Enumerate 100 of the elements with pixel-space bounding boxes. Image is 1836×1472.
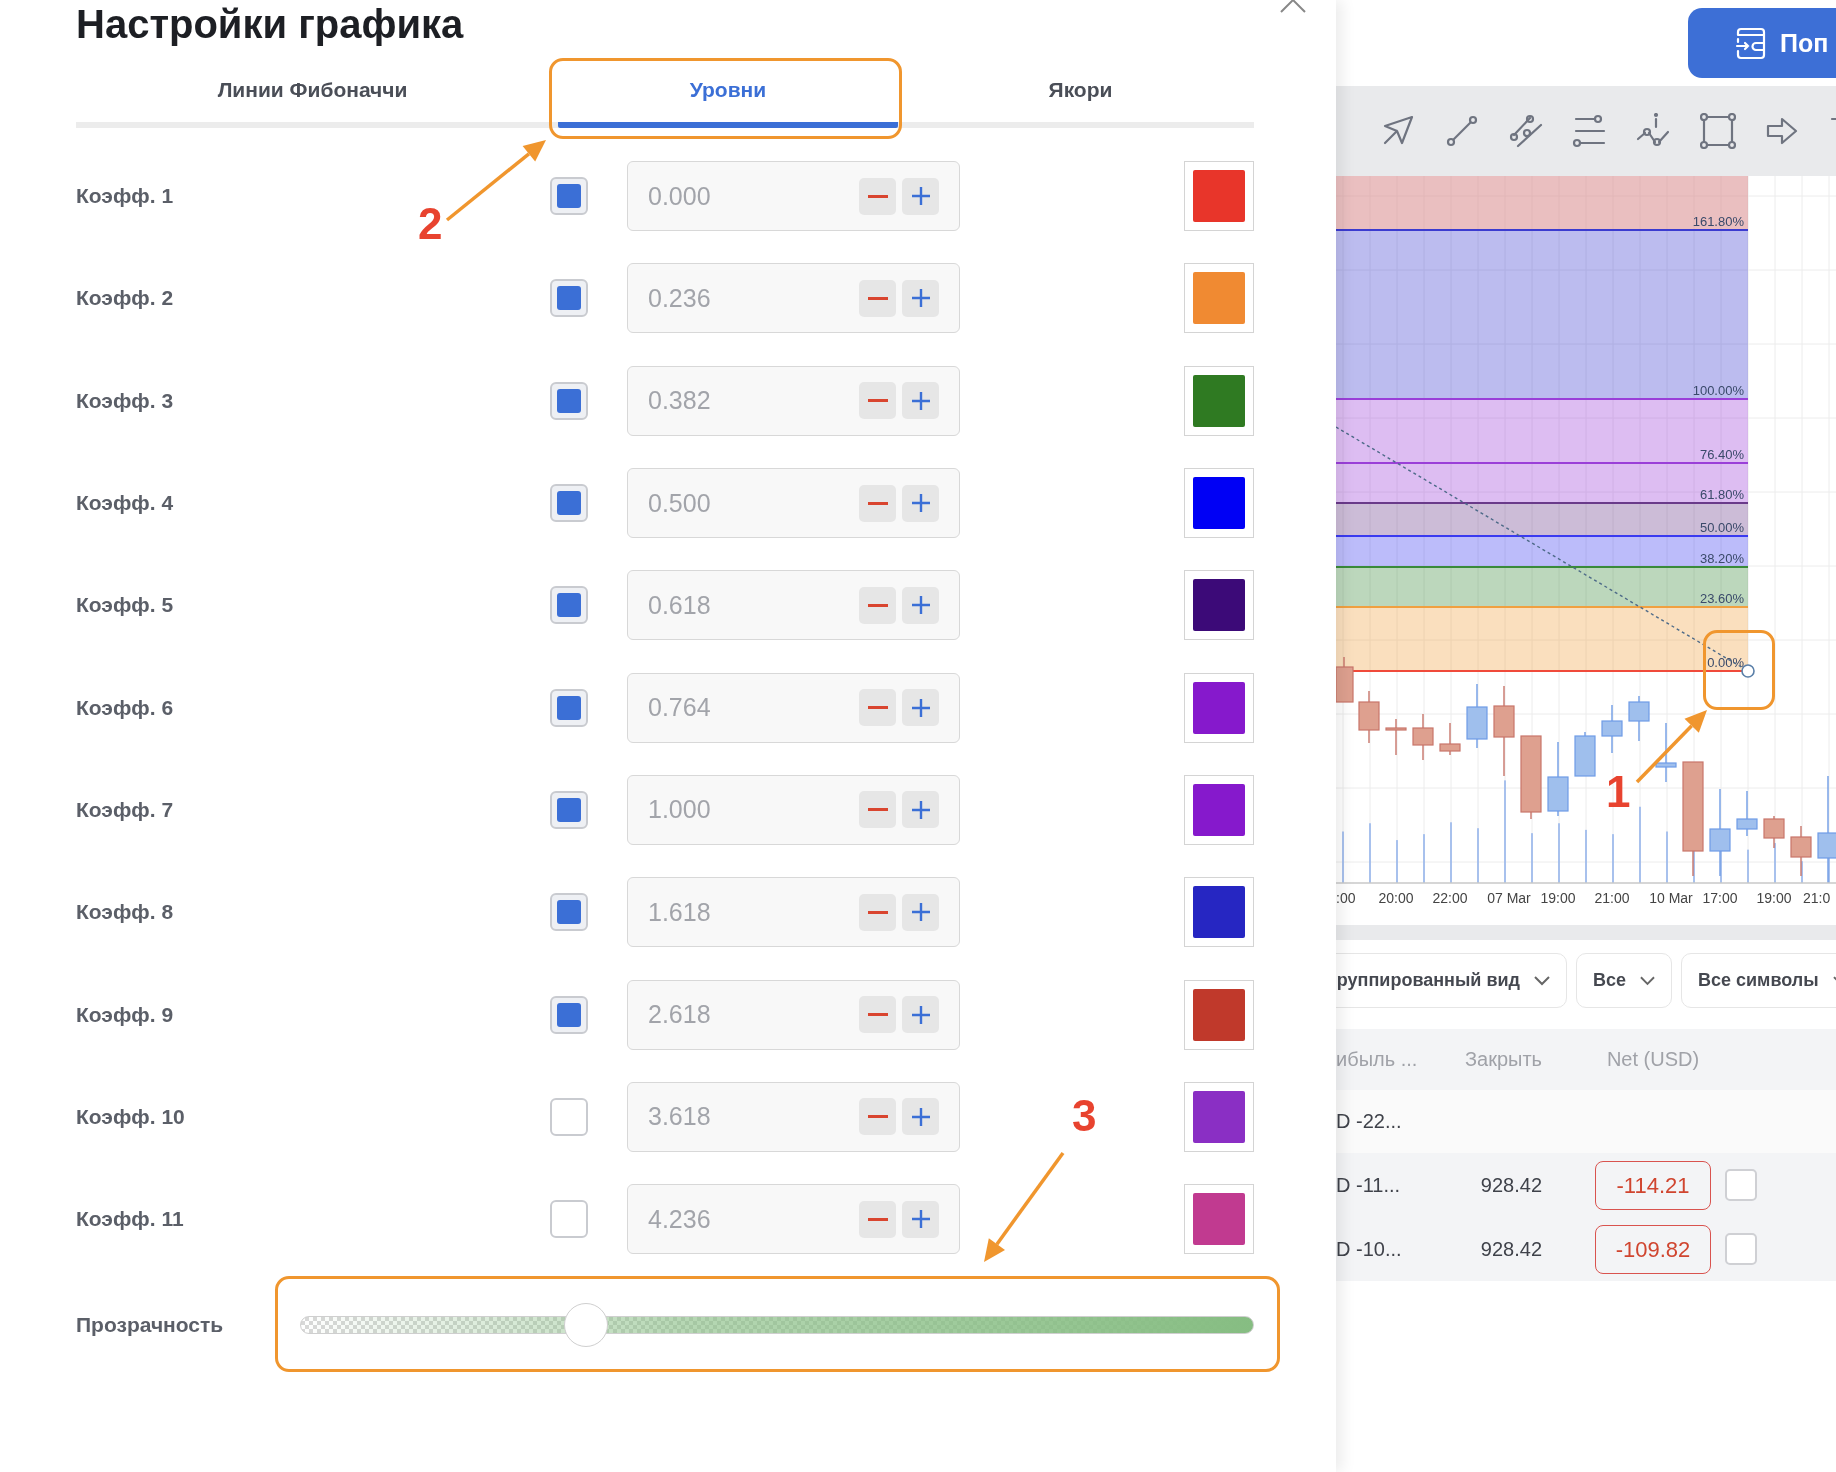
color-swatch[interactable] xyxy=(1184,365,1254,436)
plus-icon xyxy=(909,1105,932,1128)
color-swatch[interactable] xyxy=(1184,979,1254,1050)
increment-button[interactable] xyxy=(902,586,939,624)
level-label: Коэфф. 9 xyxy=(76,1002,174,1027)
number-field[interactable]: 1.000 xyxy=(627,774,960,845)
decrement-button[interactable] xyxy=(859,586,896,624)
close-icon[interactable] xyxy=(1280,0,1306,14)
increment-button[interactable] xyxy=(902,1200,939,1238)
increment-button[interactable] xyxy=(902,177,939,215)
color-swatch[interactable] xyxy=(1184,877,1254,948)
number-field[interactable]: 0.500 xyxy=(627,468,960,539)
horizontal-lines-icon[interactable] xyxy=(1572,113,1608,149)
decrement-button[interactable] xyxy=(859,279,896,317)
increment-button[interactable] xyxy=(902,893,939,931)
color-swatch[interactable] xyxy=(1184,774,1254,845)
color-swatch[interactable] xyxy=(1184,263,1254,334)
number-field[interactable]: 4.236 xyxy=(627,1184,960,1255)
table-cell-text: D -22... xyxy=(1336,1110,1403,1133)
time-label: 17:00 xyxy=(1702,890,1738,906)
candle xyxy=(1358,690,1380,744)
number-field[interactable]: 1.618 xyxy=(627,877,960,948)
tab[interactable]: Уровни xyxy=(558,58,898,128)
number-field[interactable]: 2.618 xyxy=(627,979,960,1050)
decrement-button[interactable] xyxy=(859,893,896,931)
decrement-button[interactable] xyxy=(859,791,896,829)
number-field[interactable]: 0.000 xyxy=(627,161,960,232)
increment-button[interactable] xyxy=(902,791,939,829)
increment-button[interactable] xyxy=(902,1098,939,1136)
level-percent: 61.80% xyxy=(1699,487,1744,502)
increment-button[interactable] xyxy=(902,382,939,420)
deposit-button[interactable]: Поп xyxy=(1688,8,1836,78)
number-field[interactable]: 0.382 xyxy=(627,365,960,436)
filter-dropdown[interactable]: Все символы xyxy=(1681,953,1836,1008)
checkbox[interactable] xyxy=(550,586,588,625)
level-percent: 100.00% xyxy=(1692,383,1744,398)
time-label: :00 xyxy=(1336,890,1356,906)
row-checkbox[interactable] xyxy=(1725,1169,1757,1201)
checkbox[interactable] xyxy=(550,790,588,829)
rectangle-icon[interactable] xyxy=(1700,113,1736,149)
column-header: Закрыть xyxy=(1463,1048,1542,1071)
increment-button[interactable] xyxy=(902,689,939,727)
decrement-button[interactable] xyxy=(859,1098,896,1136)
number-field[interactable]: 0.764 xyxy=(627,672,960,743)
level-percent: 38.20% xyxy=(1699,551,1744,566)
checkbox[interactable] xyxy=(550,279,588,318)
row-checkbox[interactable] xyxy=(1725,1233,1757,1265)
checkbox[interactable] xyxy=(550,484,588,523)
minus-icon xyxy=(867,399,888,403)
filter-dropdown[interactable]: руппированный вид xyxy=(1336,953,1567,1008)
color-swatch[interactable] xyxy=(1184,161,1254,232)
tab[interactable]: Линии Фибоначчи xyxy=(76,58,549,128)
candle xyxy=(1736,790,1758,837)
filter-dropdown[interactable]: Все xyxy=(1576,953,1672,1008)
level-label: Коэфф. 8 xyxy=(76,900,174,925)
color-swatch[interactable] xyxy=(1184,1184,1254,1255)
minus-icon xyxy=(867,1115,888,1119)
decrement-button[interactable] xyxy=(859,382,896,420)
color-swatch[interactable] xyxy=(1184,570,1254,641)
decrement-button[interactable] xyxy=(859,996,896,1033)
checkbox[interactable] xyxy=(550,177,588,216)
checkbox[interactable] xyxy=(550,1200,588,1239)
time-label: 19:00 xyxy=(1756,890,1792,906)
net-value: -109.82 xyxy=(1595,1224,1711,1274)
table-cell-text: 928.42 xyxy=(1479,1237,1542,1261)
zigzag-icon[interactable] xyxy=(1636,113,1672,149)
checkbox[interactable] xyxy=(550,995,588,1034)
color-swatch[interactable] xyxy=(1184,672,1254,743)
column-header: ибыль ... xyxy=(1336,1048,1419,1071)
candle xyxy=(1601,704,1623,754)
slider-track[interactable] xyxy=(300,1302,1254,1349)
net-value: -114.21 xyxy=(1595,1160,1711,1210)
minus-icon xyxy=(867,194,888,198)
decrement-button[interactable] xyxy=(859,689,896,727)
table-cell-text: D -11... xyxy=(1336,1173,1402,1197)
increment-button[interactable] xyxy=(902,279,939,317)
checkbox[interactable] xyxy=(550,1097,588,1136)
increment-button[interactable] xyxy=(902,996,939,1033)
plus-icon xyxy=(909,492,932,515)
time-label: 22:00 xyxy=(1432,890,1468,906)
number-field[interactable]: 3.618 xyxy=(627,1081,960,1152)
column-header: Net (USD) xyxy=(1605,1048,1701,1071)
number-field[interactable]: 0.618 xyxy=(627,570,960,641)
checkbox[interactable] xyxy=(550,381,588,420)
color-swatch[interactable] xyxy=(1184,1081,1254,1152)
checkbox[interactable] xyxy=(550,688,588,727)
time-label: 07 Mar xyxy=(1487,890,1531,906)
line-segment-icon[interactable] xyxy=(1444,113,1480,149)
decrement-button[interactable] xyxy=(859,484,896,522)
level-label: Коэфф. 7 xyxy=(76,797,174,822)
tab[interactable]: Якори xyxy=(907,58,1254,128)
candle xyxy=(1385,718,1407,756)
decrement-button[interactable] xyxy=(859,177,896,215)
checkbox[interactable] xyxy=(550,893,588,932)
number-field[interactable]: 0.236 xyxy=(627,263,960,334)
minus-icon xyxy=(867,501,888,505)
parallel-lines-icon[interactable] xyxy=(1508,113,1544,149)
decrement-button[interactable] xyxy=(859,1200,896,1238)
color-swatch[interactable] xyxy=(1184,468,1254,539)
increment-button[interactable] xyxy=(902,484,939,522)
